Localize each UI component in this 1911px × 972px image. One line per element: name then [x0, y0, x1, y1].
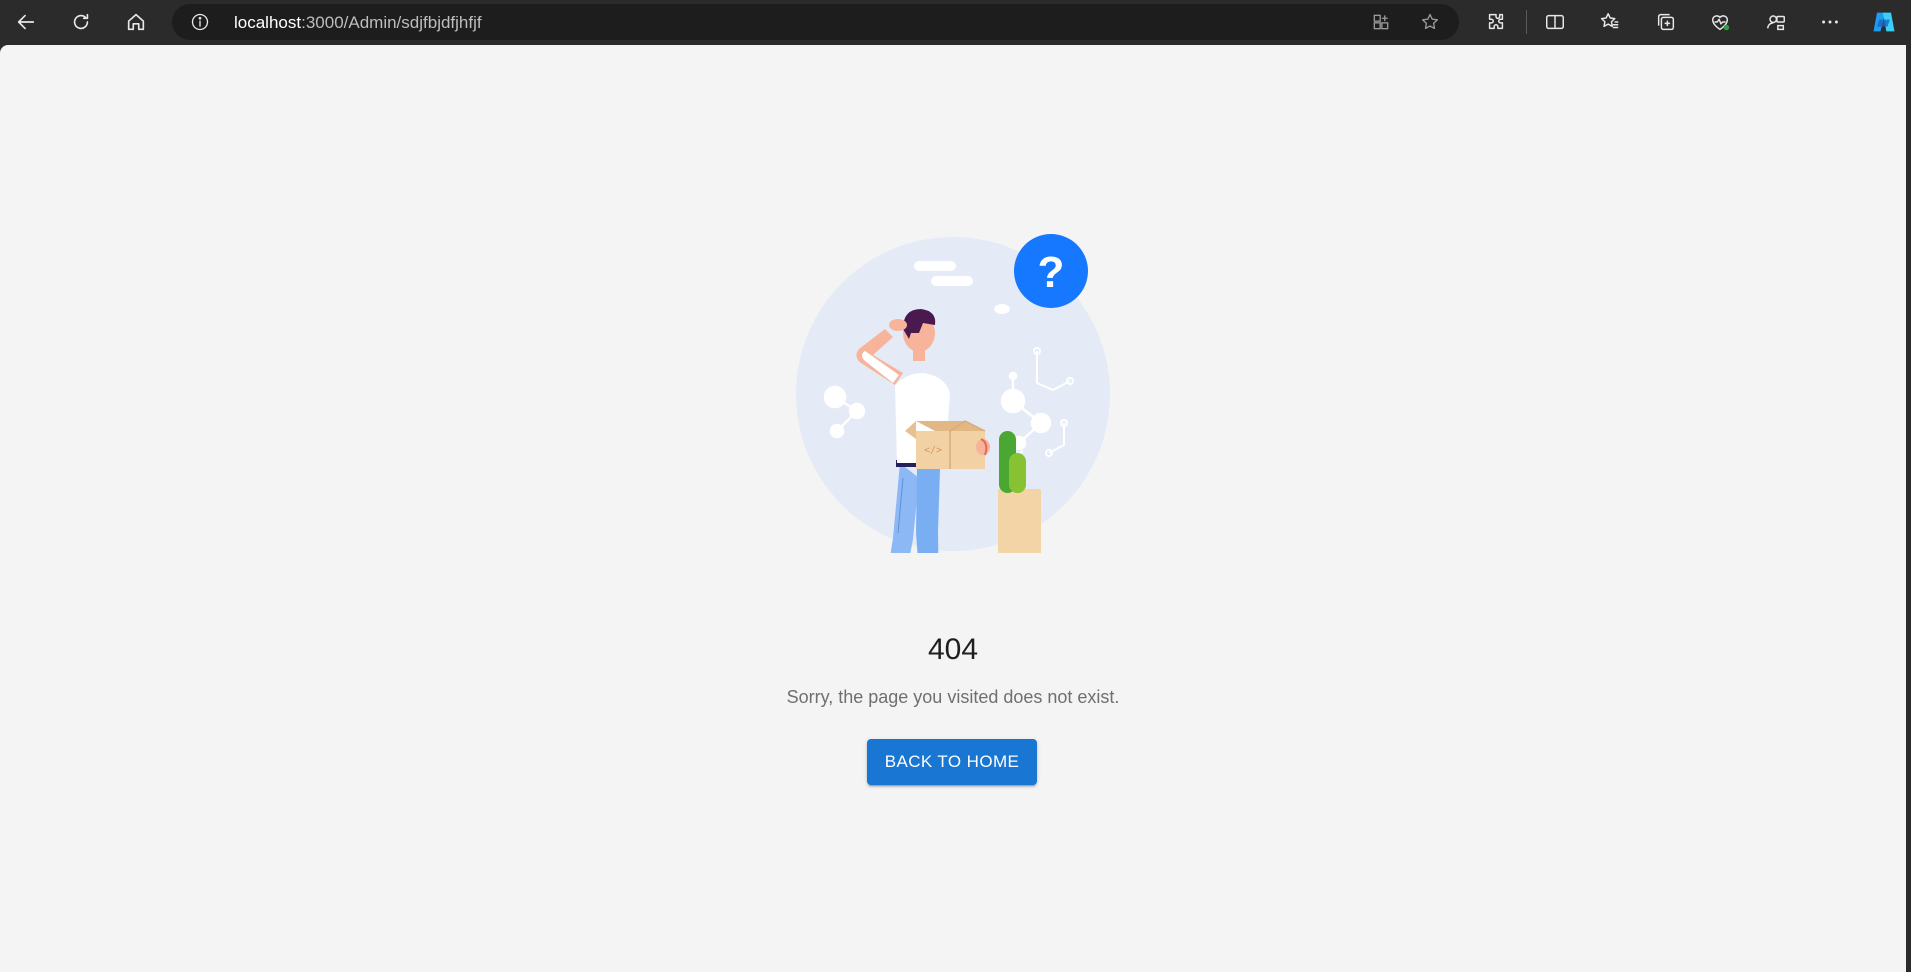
back-to-home-button[interactable]: BACK TO HOME [867, 739, 1037, 785]
info-icon[interactable] [190, 12, 210, 32]
copilot-icon [1873, 12, 1895, 32]
split-screen-icon [1546, 14, 1564, 30]
refresh-icon [73, 13, 89, 30]
extensions-icon [1488, 13, 1504, 30]
svg-text:?: ? [1038, 248, 1065, 297]
browser-essentials-icon [1711, 15, 1730, 31]
home-button[interactable] [118, 4, 154, 40]
browser-toolbar: localhost:3000/Admin/sdjfbjdfjhfjf [0, 0, 1911, 44]
page-viewport: ? </> 404 Sorry, the page you visited do… [0, 45, 1906, 972]
extensions-button[interactable] [1478, 4, 1514, 40]
profile-sync-icon [1767, 15, 1785, 31]
svg-text:</>: </> [924, 445, 942, 456]
error-message: Sorry, the page you visited does not exi… [786, 687, 1120, 707]
refresh-button[interactable] [63, 4, 99, 40]
more-icon [1822, 20, 1838, 24]
back-icon [17, 14, 35, 30]
split-screen-button[interactable] [1537, 4, 1573, 40]
toolbar-divider [1526, 10, 1527, 34]
favorites-button[interactable] [1592, 4, 1628, 40]
person-holding-box-question-illustration: ? </> [796, 234, 1110, 553]
favorites-icon [1600, 13, 1619, 29]
url-host: localhost [234, 13, 302, 32]
app-available-icon[interactable] [1371, 12, 1391, 32]
favorite-star-icon[interactable] [1420, 12, 1440, 32]
url-text[interactable]: localhost:3000/Admin/sdjfbjdfjhfjf [234, 13, 482, 33]
error-code: 404 [927, 633, 979, 666]
back-button[interactable] [8, 4, 44, 40]
more-button[interactable] [1812, 4, 1848, 40]
home-icon [127, 13, 145, 31]
browser-essentials-button[interactable] [1702, 4, 1738, 40]
url-path: :3000/Admin/sdjfbjdfjhfjf [301, 13, 482, 32]
copilot-button[interactable] [1866, 4, 1902, 40]
collections-button[interactable] [1648, 4, 1684, 40]
address-bar[interactable]: localhost:3000/Admin/sdjfbjdfjhfjf [172, 4, 1459, 40]
profile-sync-button[interactable] [1758, 4, 1794, 40]
collections-icon [1657, 13, 1675, 31]
